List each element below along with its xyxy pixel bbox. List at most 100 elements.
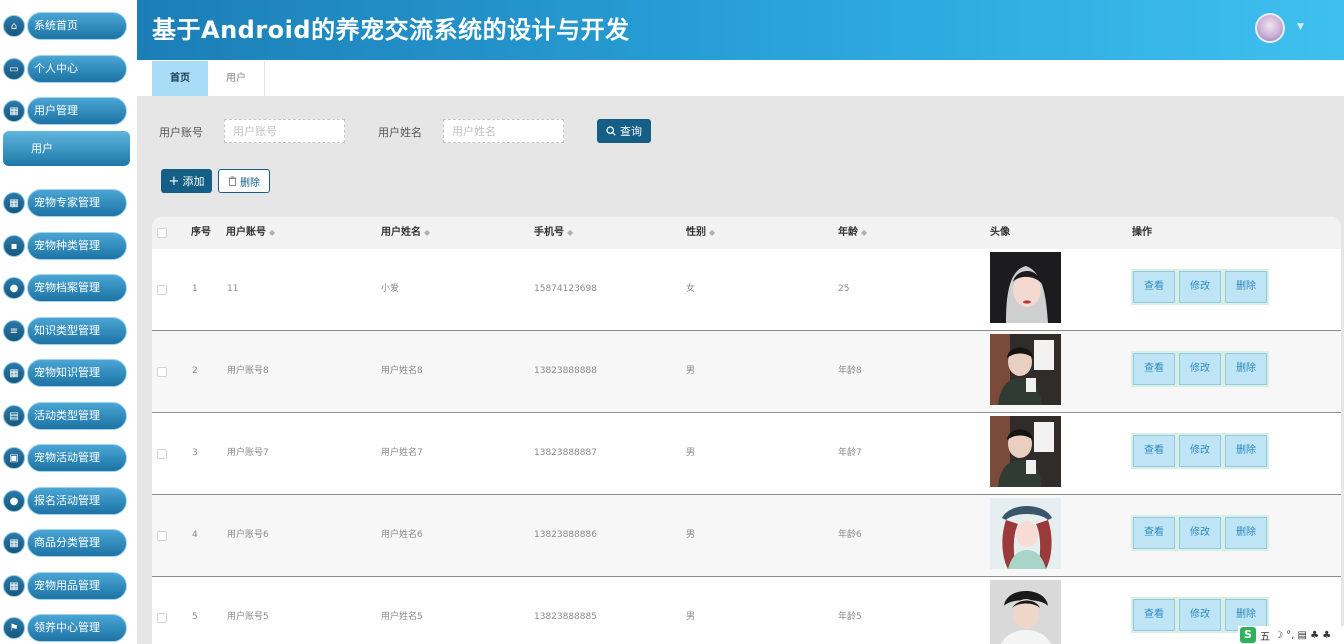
calendar-icon: ▣ xyxy=(3,447,25,469)
row-checkbox[interactable] xyxy=(157,367,167,377)
sidebar-item-pet-activity[interactable]: ▣ 宠物活动管理 xyxy=(3,443,127,473)
batch-delete-button[interactable]: 删除 xyxy=(218,169,270,193)
query-button-label: 查询 xyxy=(620,125,642,138)
edit-button[interactable]: 修改 xyxy=(1179,517,1221,549)
table-row: 5 用户账号5 用户姓名5 13823888885 男 年龄5 查看 修改 删除 xyxy=(152,577,1341,644)
view-button[interactable]: 查看 xyxy=(1133,517,1175,549)
ime-tray-icons[interactable]: ☽ °, ▤ ♣ ♣ xyxy=(1274,630,1331,641)
add-button[interactable]: + 添加 xyxy=(161,169,212,193)
sidebar-item-adoption-center[interactable]: ⚑ 领养中心管理 xyxy=(3,613,127,643)
select-all-checkbox[interactable] xyxy=(157,228,167,238)
row-checkbox[interactable] xyxy=(157,449,167,459)
cell-gender: 男 xyxy=(686,366,696,376)
delete-button[interactable]: 删除 xyxy=(1225,517,1267,549)
delete-button[interactable]: 删除 xyxy=(1225,435,1267,467)
cell-account: 用户账号7 xyxy=(227,448,269,458)
delete-button[interactable]: 删除 xyxy=(1225,353,1267,385)
cell-age: 年龄7 xyxy=(838,448,862,458)
name-search-input[interactable] xyxy=(443,119,564,143)
cell-name: 用户姓名7 xyxy=(381,448,423,458)
edit-button[interactable]: 修改 xyxy=(1179,353,1221,385)
row-checkbox[interactable] xyxy=(157,613,167,623)
sort-icon[interactable]: ◆ xyxy=(269,228,275,237)
sidebar-item-activity-signup[interactable]: ● 报名活动管理 xyxy=(3,486,127,516)
grid-icon: ▦ xyxy=(3,575,25,597)
user-photo xyxy=(990,334,1061,405)
sidebar-item-label: 宠物知识管理 xyxy=(27,359,127,387)
table-header: 序号 用户账号 ◆ 用户姓名 ◆ 手机号 ◆ 性别 ◆ 年龄 ◆ 头像 操作 xyxy=(152,217,1341,249)
delete-button[interactable]: 删除 xyxy=(1225,271,1267,303)
sidebar-item-pet-species[interactable]: ▪ 宠物种类管理 xyxy=(3,231,127,261)
column-header-age[interactable]: 年龄 ◆ xyxy=(838,217,867,249)
avatar[interactable] xyxy=(1255,13,1285,43)
row-checkbox[interactable] xyxy=(157,285,167,295)
chevron-down-icon[interactable]: ▼ xyxy=(1297,22,1304,32)
column-header-ops: 操作 xyxy=(1132,227,1152,238)
column-header-index: 序号 xyxy=(191,227,211,238)
plus-icon: + xyxy=(168,173,180,189)
home-icon: ⌂ xyxy=(3,15,25,37)
cell-phone: 15874123698 xyxy=(534,284,597,294)
name-search-label: 用户姓名 xyxy=(378,126,422,139)
sort-icon[interactable]: ◆ xyxy=(567,228,573,237)
query-button[interactable]: 查询 xyxy=(597,119,651,143)
sidebar-item-label: 宠物种类管理 xyxy=(27,232,127,260)
sidebar-item-pet-knowledge[interactable]: ▦ 宠物知识管理 xyxy=(3,358,127,388)
sidebar-item-label: 报名活动管理 xyxy=(27,487,127,515)
profile-card-icon: ▭ xyxy=(3,58,25,80)
view-button[interactable]: 查看 xyxy=(1133,271,1175,303)
sidebar-item-user-management[interactable]: ▦ 用户管理 xyxy=(3,96,127,126)
view-button[interactable]: 查看 xyxy=(1133,353,1175,385)
sidebar-item-pet-expert[interactable]: ▦ 宠物专家管理 xyxy=(3,188,127,218)
grid-icon: ▦ xyxy=(3,100,25,122)
search-icon xyxy=(606,126,616,136)
view-button[interactable]: 查看 xyxy=(1133,435,1175,467)
cell-gender: 男 xyxy=(686,612,696,622)
sort-icon[interactable]: ◆ xyxy=(424,228,430,237)
cell-index: 3 xyxy=(192,448,198,458)
tab-user[interactable]: 用户 xyxy=(208,61,265,96)
edit-button[interactable]: 修改 xyxy=(1179,599,1221,631)
chat-icon: ▪ xyxy=(3,235,25,257)
cell-index: 5 xyxy=(192,612,198,622)
cell-gender: 男 xyxy=(686,448,696,458)
sidebar-item-label: 系统首页 xyxy=(27,12,127,40)
cell-phone: 13823888887 xyxy=(534,448,597,458)
sort-icon[interactable]: ◆ xyxy=(861,228,867,237)
sidebar-item-pet-records[interactable]: ● 宠物档案管理 xyxy=(3,273,127,303)
sidebar-item-activity-type[interactable]: ▤ 活动类型管理 xyxy=(3,401,127,431)
sidebar-subitem-user[interactable]: 用户 xyxy=(3,131,130,166)
row-checkbox[interactable] xyxy=(157,531,167,541)
sidebar-item-pet-supplies[interactable]: ▦ 宠物用品管理 xyxy=(3,571,127,601)
cell-age: 年龄8 xyxy=(838,366,862,376)
account-search-input[interactable] xyxy=(224,119,345,143)
grid-icon: ▦ xyxy=(3,362,25,384)
sidebar-item-label: 宠物专家管理 xyxy=(27,189,127,217)
cell-account: 用户账号5 xyxy=(227,612,269,622)
sidebar-item-label: 宠物档案管理 xyxy=(27,274,127,302)
sidebar: ⌂ 系统首页 ▭ 个人中心 ▦ 用户管理 用户 ▦ 宠物专家管理 ▪ 宠物种类管… xyxy=(0,0,137,644)
sidebar-item-label: 活动类型管理 xyxy=(27,402,127,430)
cell-account: 用户账号8 xyxy=(227,366,269,376)
grid-icon: ▦ xyxy=(3,192,25,214)
column-header-account[interactable]: 用户账号 ◆ xyxy=(226,217,275,249)
sidebar-item-knowledge-type[interactable]: ≡ 知识类型管理 xyxy=(3,316,127,346)
ime-mode-indicator[interactable]: 五 xyxy=(1260,628,1270,643)
trash-icon xyxy=(228,176,237,186)
cell-index: 4 xyxy=(192,530,198,540)
column-header-phone[interactable]: 手机号 ◆ xyxy=(534,217,573,249)
ime-logo-icon[interactable]: S xyxy=(1240,627,1256,643)
edit-button[interactable]: 修改 xyxy=(1179,435,1221,467)
tab-home[interactable]: 首页 xyxy=(152,61,208,96)
sort-icon[interactable]: ◆ xyxy=(709,228,715,237)
column-header-gender[interactable]: 性别 ◆ xyxy=(686,217,715,249)
sidebar-item-profile[interactable]: ▭ 个人中心 xyxy=(3,54,127,84)
sidebar-item-product-category[interactable]: ▦ 商品分类管理 xyxy=(3,528,127,558)
cell-phone: 13823888886 xyxy=(534,530,597,540)
view-button[interactable]: 查看 xyxy=(1133,599,1175,631)
sidebar-item-home[interactable]: ⌂ 系统首页 xyxy=(3,11,127,41)
column-header-label: 性别 xyxy=(686,227,706,238)
cell-age: 年龄6 xyxy=(838,530,862,540)
edit-button[interactable]: 修改 xyxy=(1179,271,1221,303)
column-header-name[interactable]: 用户姓名 ◆ xyxy=(381,217,430,249)
